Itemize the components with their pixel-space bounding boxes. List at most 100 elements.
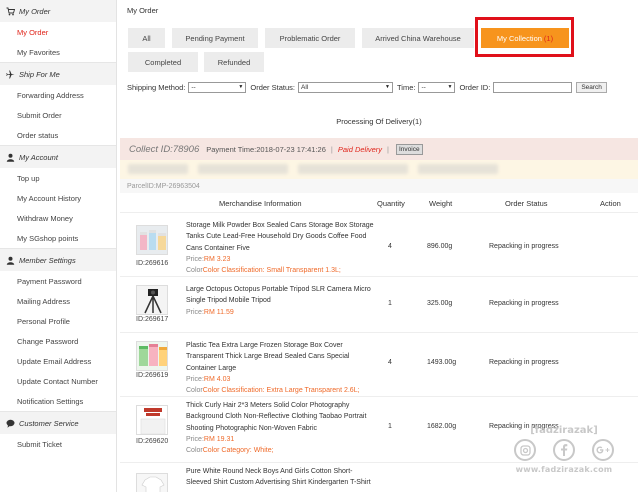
shipping-method-select[interactable]: -- ▼ [188, 81, 247, 93]
redacted-address-row [120, 160, 638, 179]
order-status-value: All [300, 83, 309, 91]
sidebar-item-top-up[interactable]: Top up [0, 168, 116, 188]
color-label: Color [186, 267, 203, 275]
product-id: ID:269616 [136, 260, 169, 267]
time-label: Time: [396, 82, 416, 92]
search-button[interactable]: Search [576, 81, 607, 93]
price-label: Price: [186, 435, 204, 443]
price-label: Price: [186, 255, 204, 263]
time-select[interactable]: -- ▼ [418, 81, 456, 93]
sidebar-item-my-favorites[interactable]: My Favorites [0, 42, 116, 62]
highlight-box [475, 17, 574, 57]
redacted-block [128, 164, 188, 174]
sidebar-item-submit-ticket[interactable]: Submit Ticket [0, 434, 116, 454]
column-header-merchandise: Merchandise Information [219, 199, 302, 208]
product-price: Price:RM 19.31 [186, 434, 376, 445]
product-title[interactable]: Plastic Tea Extra Large Frozen Storage B… [186, 340, 376, 374]
color-label: Color [186, 387, 203, 395]
tab-problematic-order[interactable]: Problematic Order [265, 28, 355, 48]
product-info: Storage Milk Powder Box Sealed Cans Stor… [186, 220, 376, 276]
tab-all[interactable]: All [128, 28, 165, 48]
sidebar-item-payment-password[interactable]: Payment Password [0, 271, 116, 291]
sidebar-item-update-email[interactable]: Update Email Address [0, 351, 116, 371]
product-color: ColorColor Category: White; [186, 445, 376, 456]
cart-icon [6, 7, 15, 16]
table-row: ID:269616 Storage Milk Powder Box Sealed… [120, 213, 638, 277]
column-header-action: Action [600, 199, 621, 208]
product-title[interactable]: Large Octopus Octopus Portable Tripod SL… [186, 284, 376, 307]
sidebar-item-sgshop-points[interactable]: My SGshop points [0, 228, 116, 248]
order-id-input[interactable] [493, 81, 573, 93]
sidebar-item-notification-settings[interactable]: Notification Settings [0, 391, 116, 411]
watermark-url: www.fadzirazak.com [515, 465, 613, 474]
sidebar-heading: Member Settings [0, 249, 116, 271]
sidebar-item-personal-profile[interactable]: Personal Profile [0, 311, 116, 331]
quantity-cell: 4 [388, 359, 392, 366]
sidebar-item-order-status[interactable]: Order status [0, 125, 116, 145]
order-status-select[interactable]: All ▼ [297, 81, 393, 93]
tab-arrived-china-warehouse[interactable]: Arrived China Warehouse [362, 28, 474, 48]
weight-cell: 325.00g [427, 300, 453, 307]
price-value: RM 11.59 [203, 308, 234, 316]
product-title[interactable]: Storage Milk Powder Box Sealed Cans Stor… [186, 220, 376, 254]
tab-pending-payment[interactable]: Pending Payment [172, 28, 258, 48]
sidebar-section-my-account: My Account Top up My Account History Wit… [0, 146, 116, 249]
plane-icon [6, 70, 15, 79]
processing-title: Processing Of Delivery(1) [336, 117, 422, 126]
column-header-order-status: Order Status [505, 199, 548, 208]
sidebar-section-ship-for-me: Ship For Me Forwarding Address Submit Or… [0, 63, 116, 146]
product-thumbnail[interactable] [136, 473, 168, 492]
product-info: Large Octopus Octopus Portable Tripod SL… [186, 284, 376, 318]
watermark-name: [fadzirazak] [530, 425, 598, 436]
table-row: ID:269617 Large Octopus Octopus Portable… [120, 277, 638, 333]
color-value: Color Classification: Small Transparent … [202, 267, 341, 275]
sidebar-section-customer-service: Customer Service Submit Ticket [0, 412, 116, 454]
tab-completed[interactable]: Completed [128, 52, 198, 72]
instagram-icon [514, 439, 536, 461]
quantity-cell: 1 [388, 423, 392, 430]
sidebar-item-change-password[interactable]: Change Password [0, 331, 116, 351]
status-badge: Paid Delivery [337, 144, 383, 154]
status-cell: Repacking in progress [489, 300, 559, 307]
product-info: Thick Curly Hair 2*3 Meters Solid Color … [186, 400, 376, 456]
weight-cell: 1682.00g [427, 423, 457, 430]
product-id: ID:269619 [136, 372, 169, 379]
sidebar-item-mailing-address[interactable]: Mailing Address [0, 291, 116, 311]
sidebar-item-forwarding-address[interactable]: Forwarding Address [0, 85, 116, 105]
sidebar-item-account-history[interactable]: My Account History [0, 188, 116, 208]
collect-id: Collect ID:78906 [129, 143, 200, 155]
product-thumbnail[interactable] [136, 285, 168, 315]
product-title[interactable]: Thick Curly Hair 2*3 Meters Solid Color … [186, 400, 376, 434]
invoice-button[interactable]: Invoice [396, 143, 423, 155]
watermark-social-icons [514, 439, 614, 461]
product-color: ColorColor Classification: Extra Large T… [186, 385, 376, 396]
sidebar-item-update-contact[interactable]: Update Contact Number [0, 371, 116, 391]
watermark: [fadzirazak] www.fadzirazak.com [510, 425, 620, 487]
sidebar-heading: My Account [0, 146, 116, 168]
sidebar-section-member-settings: Member Settings Payment Password Mailing… [0, 249, 116, 412]
color-label: Color [186, 447, 203, 455]
tab-refunded[interactable]: Refunded [204, 52, 264, 72]
product-thumbnail[interactable] [136, 405, 168, 435]
product-thumbnail[interactable] [136, 225, 168, 255]
payment-time: Payment Time:2018-07-23 17:41:26 [206, 144, 326, 154]
product-info: Pure White Round Neck Boys And Girls Cot… [186, 466, 376, 489]
price-label: Price: [186, 308, 204, 316]
product-price: Price:RM 4.03 [186, 374, 376, 385]
product-id: ID:269620 [136, 438, 169, 445]
quantity-cell: 4 [388, 243, 392, 250]
collect-header: Collect ID:78906 Payment Time:2018-07-23… [120, 138, 638, 160]
product-thumbnail[interactable] [136, 341, 168, 371]
sidebar-heading: Customer Service [0, 412, 116, 434]
sidebar-item-withdraw-money[interactable]: Withdraw Money [0, 208, 116, 228]
sidebar-item-submit-order[interactable]: Submit Order [0, 105, 116, 125]
product-title[interactable]: Pure White Round Neck Boys And Girls Cot… [186, 466, 376, 489]
sidebar-item-my-order[interactable]: My Order [0, 22, 116, 42]
color-value: Color Category: White; [202, 447, 274, 455]
table-row: ID:269619 Plastic Tea Extra Large Frozen… [120, 333, 638, 397]
product-color: ColorColor Classification: Small Transpa… [186, 265, 376, 276]
shipping-method-label: Shipping Method: [127, 82, 186, 92]
sidebar-heading-label: Ship For Me [19, 69, 60, 79]
status-cell: Repacking in progress [489, 359, 559, 366]
column-header-quantity: Quantity [377, 199, 405, 208]
